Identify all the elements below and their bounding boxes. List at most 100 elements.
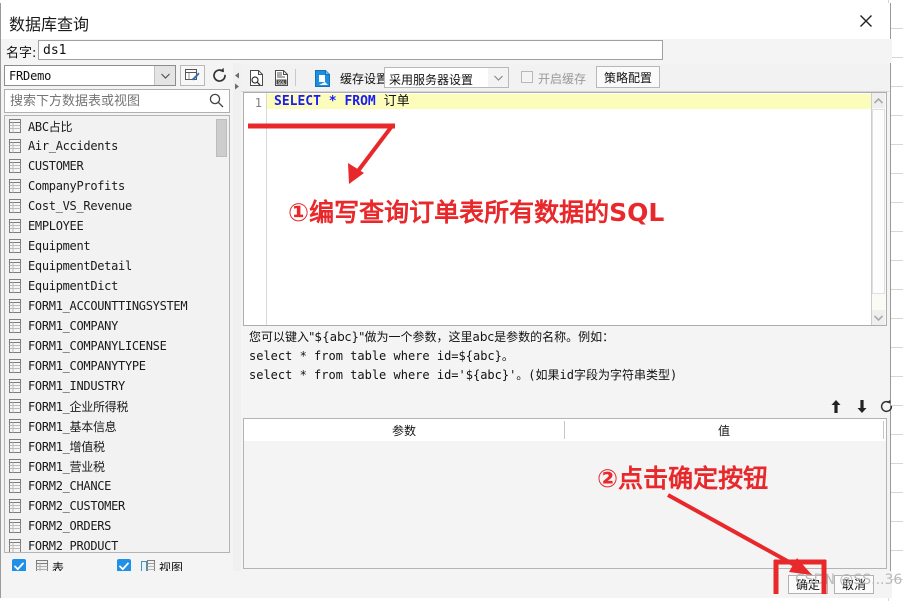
- annotation-step-1: ①编写查询订单表所有数据的SQL: [288, 198, 665, 227]
- table-icon: [9, 399, 28, 413]
- list-item-label: FORM1_COMPANYLICENSE: [28, 339, 167, 353]
- table-icon: [9, 519, 28, 533]
- sql-file-icon[interactable]: SQL: [270, 68, 292, 88]
- table-list-items: ABC占比 Air_Accidents CUSTOMER CompanyProfits…: [5, 116, 229, 552]
- splitter-collapse-right-icon[interactable]: [234, 77, 240, 90]
- enable-cache-checkbox[interactable]: [521, 71, 533, 83]
- column-header-parameter: 参数: [391, 424, 416, 438]
- list-item-label: EquipmentDict: [28, 279, 119, 293]
- list-item[interactable]: FORM1_COMPANYLICENSE: [5, 336, 229, 356]
- list-item-label: EMPLOYEE: [28, 219, 84, 233]
- table-icon: [9, 319, 28, 333]
- list-item[interactable]: EquipmentDict: [5, 276, 229, 296]
- list-item[interactable]: Air_Accidents: [5, 136, 229, 156]
- search-box[interactable]: [4, 89, 230, 113]
- list-item[interactable]: FORM1_COMPANY: [5, 316, 229, 336]
- column-separator-end[interactable]: [883, 421, 884, 439]
- parameter-table[interactable]: 参数 值: [243, 418, 887, 569]
- scroll-up-icon[interactable]: [872, 93, 885, 108]
- sql-editor-scroll-thumb[interactable]: [872, 109, 885, 294]
- sql-keyword-select: SELECT: [274, 94, 321, 109]
- column-header-value: 值: [717, 424, 730, 438]
- name-label: 名字:: [6, 46, 37, 61]
- list-item[interactable]: FORM1_增值税: [5, 436, 229, 456]
- table-list-scrollbar[interactable]: [216, 117, 228, 552]
- list-item[interactable]: FORM2_ORDERS: [5, 516, 229, 536]
- panel-splitter[interactable]: [233, 63, 241, 571]
- scroll-down-icon[interactable]: [872, 310, 885, 325]
- table-icon: [9, 259, 28, 273]
- hint-line-2: select * from table where id=${abc}。: [249, 349, 514, 363]
- table-icon: [9, 379, 28, 393]
- table-icon: [9, 439, 28, 453]
- list-item-label: FORM1_COMPANY: [28, 319, 119, 333]
- datasource-select[interactable]: FRDemo: [4, 65, 176, 86]
- sql-star: *: [328, 94, 337, 109]
- table-icon: [9, 359, 28, 373]
- cache-config-icon[interactable]: [311, 68, 333, 88]
- list-item[interactable]: FORM1_ACCOUNTTINGSYSTEM: [5, 296, 229, 316]
- list-item[interactable]: Cost_VS_Revenue: [5, 196, 229, 216]
- sql-code-line[interactable]: SELECT * FROM 订单: [267, 94, 871, 109]
- annotation-step-2: ②点击确定按钮: [597, 464, 769, 493]
- list-item-label: CUSTOMER: [28, 159, 84, 173]
- refresh-icon[interactable]: [207, 65, 232, 86]
- search-input[interactable]: [5, 90, 201, 112]
- arrow-down-icon[interactable]: [852, 396, 872, 416]
- chevron-down-icon: [488, 68, 508, 87]
- table-icon: [9, 479, 28, 493]
- list-item-label: FORM2_ORDERS: [28, 519, 112, 533]
- parameter-table-body[interactable]: [244, 441, 886, 568]
- sql-table-name: 订单: [383, 94, 410, 109]
- watermark: CSDN @SS...362: [795, 572, 903, 588]
- parameter-toolbar: [243, 394, 892, 418]
- table-list[interactable]: ABC占比 Air_Accidents CUSTOMER CompanyProfits…: [4, 115, 230, 553]
- list-item-label: FORM1_营业税: [28, 459, 105, 474]
- list-item[interactable]: EMPLOYEE: [5, 216, 229, 236]
- table-icon: [9, 119, 28, 133]
- cache-mode-select[interactable]: 采用服务器设置: [384, 67, 509, 88]
- list-item[interactable]: CUSTOMER: [5, 156, 229, 176]
- list-item[interactable]: CompanyProfits: [5, 176, 229, 196]
- edit-datasource-icon[interactable]: [180, 65, 205, 86]
- preview-data-icon[interactable]: [245, 68, 267, 88]
- sql-keyword-from: FROM: [344, 94, 376, 109]
- list-item[interactable]: FORM1_营业税: [5, 456, 229, 476]
- table-icon: [9, 419, 28, 433]
- list-item[interactable]: FORM2_PRODUCT: [5, 536, 229, 552]
- list-item[interactable]: EquipmentDetail: [5, 256, 229, 276]
- list-item[interactable]: ABC占比: [5, 116, 229, 136]
- list-item[interactable]: FORM1_企业所得税: [5, 396, 229, 416]
- arrow-up-icon[interactable]: [826, 396, 846, 416]
- policy-config-button[interactable]: 策略配置: [596, 66, 660, 88]
- splitter-collapse-left-icon[interactable]: [234, 66, 240, 79]
- list-item-label: ABC占比: [28, 119, 73, 134]
- chevron-down-icon: [154, 66, 175, 85]
- sql-editor-scrollbar[interactable]: [871, 93, 886, 325]
- table-icon: [9, 239, 28, 253]
- table-icon: [9, 499, 28, 513]
- list-item-label: FORM2_CUSTOMER: [28, 499, 125, 513]
- list-item[interactable]: FORM1_COMPANYTYPE: [5, 356, 229, 376]
- refresh-icon[interactable]: [876, 396, 896, 416]
- list-item-label: FORM1_INDUSTRY: [28, 379, 125, 393]
- sql-panel: SQL 缓存设置 采用服务器设置 开启缓存 策略配置 1 SELECT * FR…: [241, 63, 892, 571]
- search-icon: [209, 93, 224, 113]
- list-item-label: FORM1_COMPANYTYPE: [28, 359, 146, 373]
- sql-toolbar: SQL 缓存设置 采用服务器设置 开启缓存 策略配置: [241, 64, 889, 92]
- list-item[interactable]: FORM2_CUSTOMER: [5, 496, 229, 516]
- list-item[interactable]: FORM1_基本信息: [5, 416, 229, 436]
- list-item[interactable]: FORM1_INDUSTRY: [5, 376, 229, 396]
- list-item-label: FORM2_CHANCE: [28, 479, 112, 493]
- table-list-scroll-thumb[interactable]: [216, 119, 227, 157]
- sql-editor-gutter: 1: [244, 93, 267, 325]
- parameter-hint: 您可以键入"${abc}"做为一个参数，这里abc是参数的名称。例如： sele…: [243, 328, 887, 394]
- list-item-label: Cost_VS_Revenue: [28, 199, 132, 213]
- list-item[interactable]: FORM2_CHANCE: [5, 476, 229, 496]
- close-icon[interactable]: [852, 9, 880, 33]
- table-icon: [9, 159, 28, 173]
- datasource-select-value: FRDemo: [9, 69, 52, 83]
- list-item[interactable]: Equipment: [5, 236, 229, 256]
- list-item-label: FORM1_增值税: [28, 439, 105, 454]
- name-input[interactable]: [38, 40, 663, 60]
